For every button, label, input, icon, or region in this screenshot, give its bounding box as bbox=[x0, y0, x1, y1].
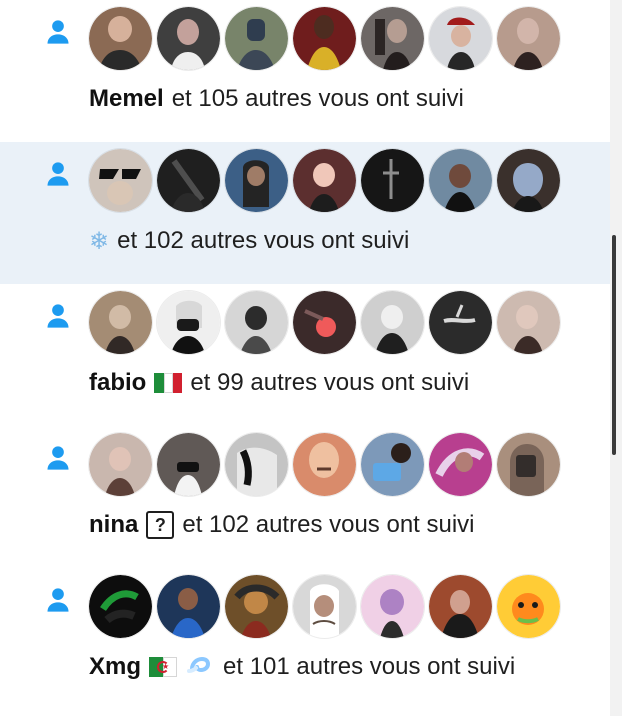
avatar[interactable] bbox=[497, 149, 560, 212]
follow-summary: ❄ et 102 autres vous ont suivi bbox=[89, 226, 409, 256]
unknown-character-icon: ? bbox=[146, 511, 175, 539]
avatar[interactable] bbox=[89, 149, 152, 212]
avatar[interactable] bbox=[293, 149, 356, 212]
follow-summary: Xmg ★ et 101 autres vous ont suivi bbox=[89, 652, 515, 682]
avatar[interactable] bbox=[157, 149, 220, 212]
avatar[interactable] bbox=[157, 291, 220, 354]
avatar[interactable] bbox=[157, 575, 220, 638]
follower-name[interactable]: Xmg bbox=[89, 653, 141, 681]
avatar[interactable] bbox=[429, 7, 492, 70]
avatar[interactable] bbox=[497, 291, 560, 354]
follow-summary-text: et 99 autres vous ont suivi bbox=[190, 369, 470, 396]
follow-notification-4[interactable]: nina ? et 102 autres vous ont suivi bbox=[0, 426, 610, 568]
avatar[interactable] bbox=[293, 575, 356, 638]
follower-name[interactable]: fabio bbox=[89, 369, 146, 397]
person-icon bbox=[47, 162, 69, 186]
italy-flag-icon bbox=[154, 373, 183, 393]
follow-summary-text: et 101 autres vous ont suivi bbox=[223, 653, 516, 680]
follower-name[interactable]: Memel bbox=[89, 85, 164, 113]
snowflake-icon: ❄ bbox=[89, 227, 110, 255]
avatar[interactable] bbox=[89, 575, 152, 638]
avatar[interactable] bbox=[225, 433, 288, 496]
avatar[interactable] bbox=[89, 7, 152, 70]
avatar[interactable] bbox=[361, 575, 424, 638]
avatar[interactable] bbox=[225, 575, 288, 638]
avatar[interactable] bbox=[225, 291, 288, 354]
follow-notification-1[interactable]: Memel et 105 autres vous ont suivi bbox=[0, 0, 610, 142]
avatar[interactable] bbox=[429, 149, 492, 212]
scrollbar-thumb[interactable] bbox=[612, 235, 616, 455]
avatar[interactable] bbox=[361, 7, 424, 70]
avatar[interactable] bbox=[293, 291, 356, 354]
avatar[interactable] bbox=[89, 433, 152, 496]
person-icon bbox=[47, 304, 69, 328]
avatar[interactable] bbox=[225, 149, 288, 212]
follow-summary-text: et 102 autres vous ont suivi bbox=[117, 227, 410, 254]
avatar[interactable] bbox=[157, 7, 220, 70]
person-icon bbox=[47, 588, 69, 612]
avatar[interactable] bbox=[429, 433, 492, 496]
dash-icon bbox=[187, 656, 211, 673]
follower-name[interactable]: nina bbox=[89, 511, 138, 539]
avatar[interactable] bbox=[293, 7, 356, 70]
avatar[interactable] bbox=[361, 149, 424, 212]
follow-notification-5[interactable]: Xmg ★ et 101 autres vous ont suivi bbox=[0, 568, 610, 710]
avatar[interactable] bbox=[225, 7, 288, 70]
avatar[interactable] bbox=[157, 433, 220, 496]
follow-summary-text: et 102 autres vous ont suivi bbox=[182, 511, 475, 538]
scrollbar[interactable] bbox=[610, 0, 622, 716]
avatar[interactable] bbox=[497, 433, 560, 496]
avatar[interactable] bbox=[361, 291, 424, 354]
follow-notification-2[interactable]: ❄ et 102 autres vous ont suivi bbox=[0, 142, 610, 284]
notifications-page: Memel et 105 autres vous ont suivi ❄ et … bbox=[0, 0, 622, 716]
avatar[interactable] bbox=[361, 433, 424, 496]
follow-notification-3[interactable]: fabio et 99 autres vous ont suivi bbox=[0, 284, 610, 426]
avatar[interactable] bbox=[89, 291, 152, 354]
avatar[interactable] bbox=[429, 575, 492, 638]
avatar[interactable] bbox=[293, 433, 356, 496]
avatar[interactable] bbox=[429, 291, 492, 354]
follow-summary: nina ? et 102 autres vous ont suivi bbox=[89, 510, 475, 540]
avatar[interactable] bbox=[497, 575, 560, 638]
algeria-flag-icon: ★ bbox=[149, 657, 178, 677]
avatar[interactable] bbox=[497, 7, 560, 70]
person-icon bbox=[47, 20, 69, 44]
person-icon bbox=[47, 446, 69, 470]
follow-summary: Memel et 105 autres vous ont suivi bbox=[89, 84, 464, 114]
follow-summary-text: et 105 autres vous ont suivi bbox=[171, 85, 464, 112]
follow-summary: fabio et 99 autres vous ont suivi bbox=[89, 368, 469, 398]
